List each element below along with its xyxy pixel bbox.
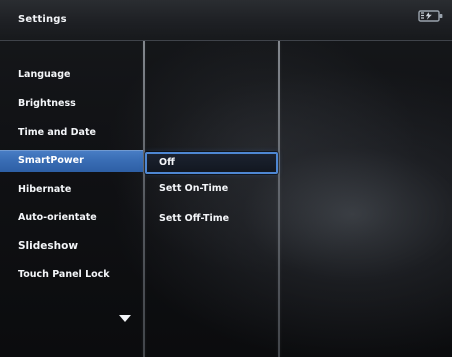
submenu-item-off[interactable]: Off [145, 152, 278, 174]
chevron-down-icon[interactable] [118, 314, 132, 323]
settings-screen: Settings Language Brightness Time and Da… [0, 0, 452, 357]
menu-item-time-and-date[interactable]: Time and Date [0, 122, 143, 144]
menu-item-slideshow[interactable]: Slideshow [0, 235, 143, 257]
submenu-item-set-on-time[interactable]: Sett On-Time [145, 178, 278, 200]
menu-item-touch-panel-lock[interactable]: Touch Panel Lock [0, 264, 143, 286]
page-title: Settings [18, 14, 67, 25]
battery-icon [418, 10, 443, 22]
menu-item-auto-orientate[interactable]: Auto-orientate [0, 207, 143, 229]
menu-item-brightness[interactable]: Brightness [0, 93, 143, 115]
header-bar: Settings [0, 0, 452, 41]
menu-item-smartpower[interactable]: SmartPower [0, 150, 143, 172]
column-divider-2 [278, 41, 280, 357]
menu-item-hibernate[interactable]: Hibernate [0, 179, 143, 201]
menu-item-language[interactable]: Language [0, 64, 143, 86]
submenu-item-set-off-time[interactable]: Sett Off-Time [145, 208, 278, 230]
